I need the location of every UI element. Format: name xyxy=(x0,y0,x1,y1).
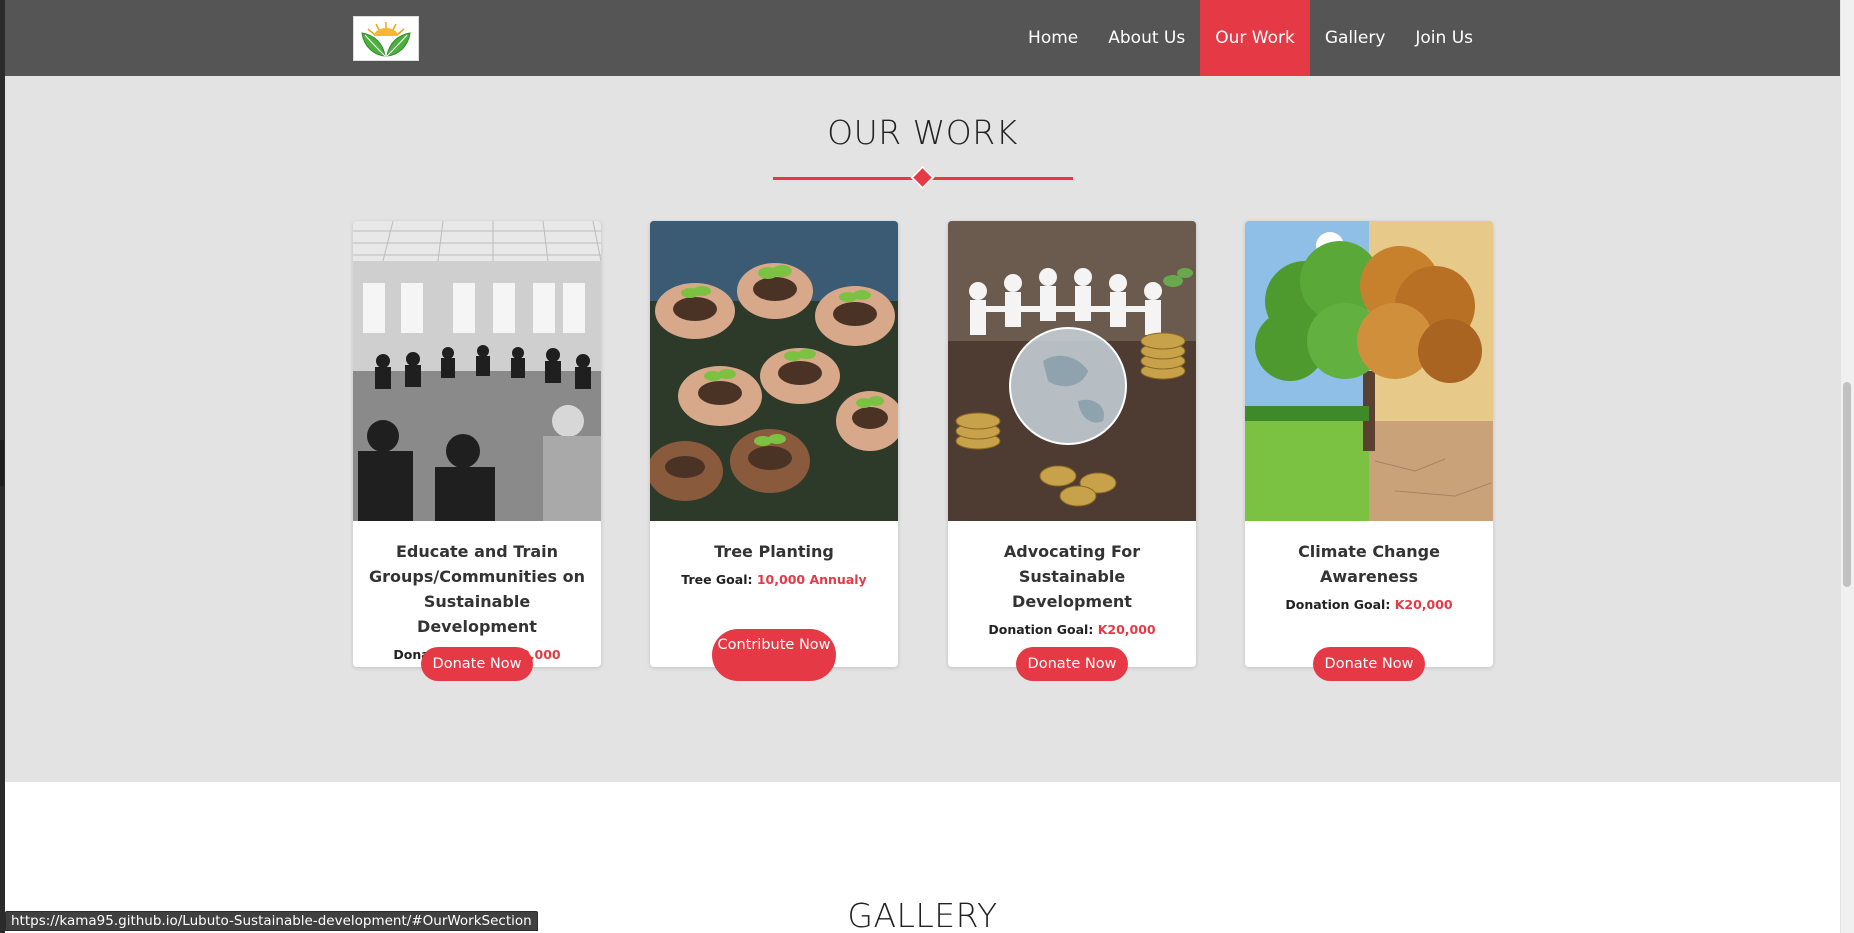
nav-item-about-us[interactable]: About Us xyxy=(1093,0,1200,76)
title-divider xyxy=(773,165,1073,190)
main-nav: Home About Us Our Work Gallery Join Us xyxy=(1013,0,1488,76)
card-goal: Donation Goal: K20,000 xyxy=(1285,597,1453,612)
section-title: OUR WORK xyxy=(827,113,1018,152)
logo[interactable] xyxy=(353,16,419,61)
nav-item-gallery[interactable]: Gallery xyxy=(1310,0,1401,76)
card-title: Climate Change Awareness xyxy=(1298,542,1440,586)
nav-item-join-us[interactable]: Join Us xyxy=(1400,0,1488,76)
navbar: Home About Us Our Work Gallery Join Us xyxy=(5,0,1840,76)
work-card: Advocating For Sustainable Development D… xyxy=(948,221,1196,681)
diamond-icon xyxy=(910,165,935,190)
link-status-bar: https://kama95.github.io/Lubuto-Sustaina… xyxy=(5,911,538,931)
nav-item-our-work[interactable]: Our Work xyxy=(1200,0,1310,76)
work-card: Climate Change Awareness Donation Goal: … xyxy=(1245,221,1493,681)
work-card: Educate and Train Groups/Communities on … xyxy=(353,221,601,681)
donate-now-button[interactable]: Donate Now xyxy=(421,647,533,681)
leaves-sun-logo-icon xyxy=(361,21,411,57)
green-dry-tree-split-photo xyxy=(1245,221,1493,521)
scrollbar-thumb[interactable] xyxy=(1843,382,1851,587)
our-work-section: OUR WORK Educate and Train Groups/Commun… xyxy=(5,76,1840,782)
card-title: Educate and Train Groups/Communities on … xyxy=(368,542,586,636)
scrollbar[interactable] xyxy=(1840,0,1854,933)
card-title: Tree Planting xyxy=(714,542,834,561)
contribute-now-button[interactable]: Contribute Now xyxy=(712,629,836,681)
card-title: Advocating For Sustainable Development xyxy=(1003,542,1141,611)
nav-item-home[interactable]: Home xyxy=(1013,0,1093,76)
people-meeting-circle-photo xyxy=(353,221,601,521)
donate-now-button[interactable]: Donate Now xyxy=(1313,647,1425,681)
donate-now-button[interactable]: Donate Now xyxy=(1016,647,1128,681)
hands-holding-seedlings-photo xyxy=(650,221,898,521)
card-goal: Tree Goal: 10,000 Annualy xyxy=(681,572,867,587)
globe-coins-paper-people-photo xyxy=(948,221,1196,521)
card-goal: Donation Goal: K20,000 xyxy=(988,622,1156,637)
window-resize-handle[interactable] xyxy=(0,440,4,486)
work-card: Tree Planting Tree Goal: 10,000 Annualy … xyxy=(650,221,898,681)
